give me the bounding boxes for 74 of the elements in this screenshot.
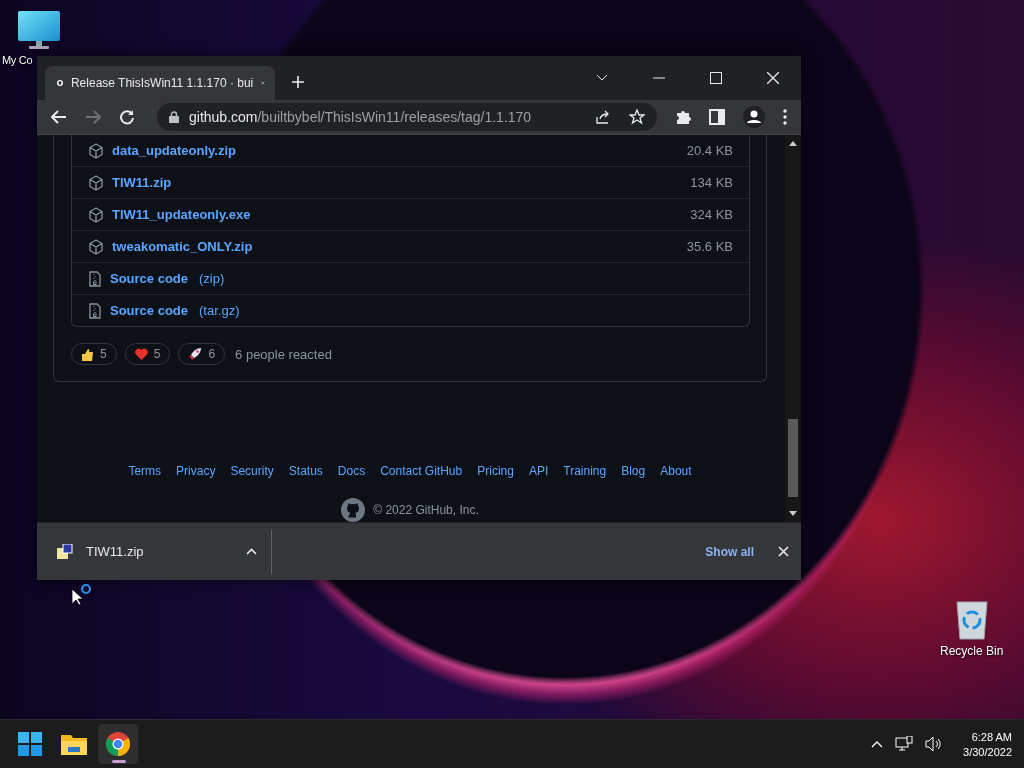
footer-link[interactable]: Privacy	[176, 464, 216, 478]
new-tab-icon[interactable]	[291, 75, 305, 89]
footer-link[interactable]: Terms	[128, 464, 162, 478]
asset-size: 20.4 KB	[686, 143, 733, 158]
network-icon[interactable]	[895, 736, 914, 752]
footer-link[interactable]: Blog	[621, 464, 646, 478]
asset-link[interactable]: Source code	[110, 271, 189, 286]
scrollbar[interactable]	[785, 135, 801, 522]
asset-format-link[interactable]: (zip)	[199, 271, 225, 286]
volume-icon[interactable]	[925, 736, 944, 752]
folder-icon	[61, 733, 87, 755]
scroll-up-icon[interactable]	[789, 141, 797, 146]
package-icon	[88, 206, 104, 223]
asset-size: 35.6 KB	[686, 239, 733, 254]
file-zip-icon	[88, 270, 102, 287]
clock-date[interactable]: 3/30/2022	[963, 745, 1012, 758]
reaction-summary: 6 people reacted	[235, 346, 332, 362]
footer-link[interactable]: About	[660, 464, 692, 478]
chrome-logo-icon	[106, 732, 130, 756]
close-icon[interactable]	[778, 546, 789, 557]
scroll-down-icon[interactable]	[789, 511, 797, 516]
maximize-icon[interactable]	[710, 72, 722, 84]
puzzle-piece-icon[interactable]	[675, 109, 691, 125]
url-host: github.com	[189, 109, 258, 125]
tab-search-icon[interactable]	[596, 74, 608, 82]
close-icon[interactable]	[767, 72, 779, 84]
browser-tab[interactable]: Release ThisIsWin11 1.1.170 · bui	[45, 66, 275, 100]
footer-link[interactable]: Security	[230, 464, 274, 478]
footer-link[interactable]: Docs	[337, 464, 366, 478]
footer-link[interactable]: Training	[563, 464, 607, 478]
clock-time[interactable]: 6:28 AM	[971, 730, 1012, 743]
monitor-icon[interactable]	[17, 10, 61, 50]
back-arrow-icon[interactable]	[51, 109, 67, 125]
footer-link[interactable]: Contact GitHub	[380, 464, 463, 478]
taskbar-app-button[interactable]	[98, 724, 138, 764]
footer-link[interactable]: API	[528, 464, 549, 478]
asset-link[interactable]: TIW11_updateonly.exe	[112, 207, 251, 222]
footer-link[interactable]: Pricing	[477, 464, 514, 478]
heart-icon	[134, 348, 148, 360]
asset-size: 134 KB	[690, 175, 733, 190]
rocket-icon	[188, 347, 203, 361]
star-icon[interactable]	[629, 109, 645, 125]
package-icon	[88, 174, 104, 191]
asset-link[interactable]: Source code	[110, 303, 189, 318]
asset-format-link[interactable]: (tar.gz)	[199, 303, 240, 318]
forward-arrow-icon[interactable]	[85, 109, 101, 125]
asset-size: 324 KB	[690, 207, 733, 222]
thumbs-up-icon	[81, 347, 94, 361]
archive-file-icon	[57, 543, 73, 560]
asset-link[interactable]: data_updateonly.zip	[112, 143, 236, 158]
menu-icon[interactable]	[783, 109, 787, 125]
package-icon	[88, 238, 104, 255]
show-all-button[interactable]: Show all	[705, 544, 754, 559]
footer-link[interactable]: Status	[288, 464, 323, 478]
recycle-bin-icon[interactable]	[953, 598, 990, 640]
scrollbar-thumb[interactable]	[788, 419, 798, 497]
desktop-icon-label[interactable]: Recycle Bin	[940, 644, 1004, 658]
lock-icon	[169, 111, 179, 123]
asset-link[interactable]: tweakomatic_ONLY.zip	[112, 239, 253, 254]
download-item[interactable]: TIW11.zip	[57, 543, 271, 560]
windows-logo-icon	[18, 732, 42, 756]
address-bar[interactable]: github.com/builtbybel/ThisIsWin11/releases/tag/1.1.170	[157, 103, 657, 131]
desktop-icon-label[interactable]: My Co	[2, 54, 33, 66]
file-zip-icon	[88, 302, 102, 319]
copyright-text: © 2022 GitHub, Inc.	[373, 503, 479, 517]
reload-icon[interactable]	[119, 109, 135, 125]
asset-link[interactable]: TIW11.zip	[112, 175, 172, 190]
busy-cursor-icon	[71, 584, 93, 606]
share-icon[interactable]	[595, 109, 611, 125]
package-icon	[88, 142, 104, 159]
profile-icon[interactable]	[743, 106, 765, 128]
url-path: /builtbybel/ThisIsWin11/releases/tag/1.1.170	[257, 109, 532, 125]
side-panel-icon[interactable]	[709, 109, 725, 125]
caret-up-icon[interactable]	[246, 548, 257, 555]
